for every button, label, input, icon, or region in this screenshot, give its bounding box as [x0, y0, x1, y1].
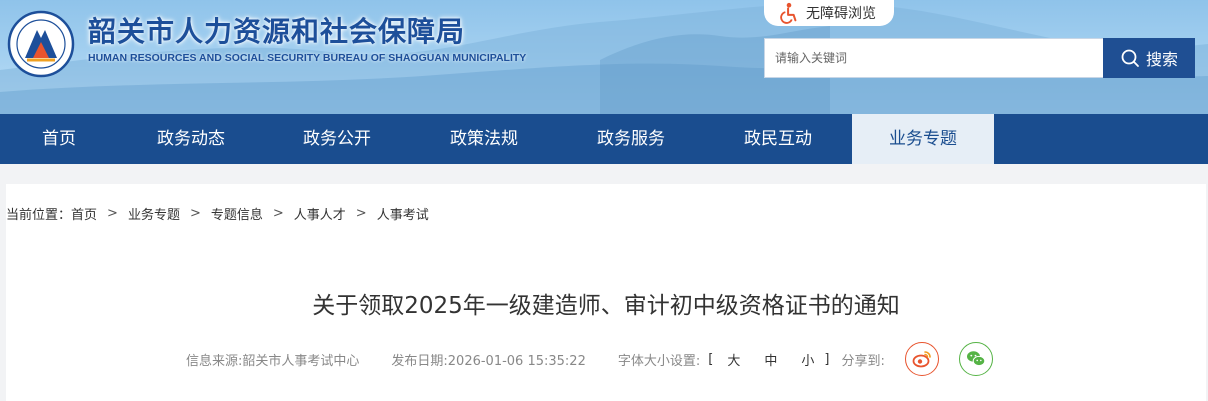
search-button-label: 搜索	[1145, 50, 1178, 69]
article-publish-date: 发布日期:2026-01-06 15:35:22	[391, 353, 586, 369]
breadcrumb-separator: >	[355, 206, 367, 221]
breadcrumb-separator: >	[272, 206, 284, 221]
share-label: 分享到:	[841, 353, 885, 369]
weibo-share-button[interactable]	[904, 342, 939, 376]
article-panel: 当前位置： 首页 > 业务专题 > 专题信息 > 人事人才 > 人事考试 关于领…	[6, 184, 1206, 401]
site-title: 韶关市人力资源和社会保障局	[88, 15, 466, 48]
nav-item-special-topics[interactable]: 业务专题	[852, 114, 994, 164]
font-size-large-button[interactable]: 大	[727, 350, 740, 369]
accessibility-button[interactable]: 无障碍浏览	[764, 0, 894, 26]
breadcrumb-separator: >	[107, 206, 118, 221]
breadcrumb-separator: >	[189, 206, 201, 221]
nav-item-disclosure[interactable]: 政务公开	[264, 114, 410, 164]
font-size-small-button[interactable]: 小	[801, 350, 814, 369]
breadcrumb-item-personnel[interactable]: 人事人才	[294, 204, 346, 223]
search-box	[764, 38, 1104, 78]
wechat-share-button[interactable]	[958, 342, 993, 376]
nav-item-home[interactable]: 首页	[0, 114, 118, 164]
site-header: 韶关市人力资源和社会保障局 HUMAN RESOURCES AND SOCIAL…	[0, 0, 1208, 114]
breadcrumb-prefix: 当前位置：	[6, 208, 72, 223]
article-title: 关于领取2025年一级建造师、审计初中级资格证书的通知	[312, 293, 900, 319]
nav-item-policy[interactable]: 政策法规	[410, 114, 558, 164]
font-size-label: 字体大小设置:	[617, 353, 701, 369]
font-size-bracket-open: [	[708, 351, 714, 367]
breadcrumb-item-topic-info[interactable]: 专题信息	[211, 204, 263, 223]
wheelchair-icon	[780, 2, 797, 24]
site-subtitle: HUMAN RESOURCES AND SOCIAL SECURITY BURE…	[88, 52, 527, 64]
wechat-icon	[966, 351, 986, 367]
font-size-medium-button[interactable]: 中	[764, 350, 777, 369]
article-meta: 信息来源:韶关市人事考试中心 发布日期:2026-01-06 15:35:22 …	[186, 342, 993, 376]
breadcrumb-item-home[interactable]: 首页	[71, 204, 97, 223]
nav-item-interaction[interactable]: 政民互动	[704, 114, 852, 164]
search-input[interactable]	[765, 39, 1104, 77]
weibo-icon	[912, 351, 931, 368]
font-size-bracket-close: ]	[824, 351, 830, 367]
search-button[interactable]: 搜索	[1103, 38, 1195, 78]
breadcrumb-item-exams[interactable]: 人事考试	[377, 204, 429, 223]
nav-item-services[interactable]: 政务服务	[558, 114, 704, 164]
nav-item-news[interactable]: 政务动态	[118, 114, 264, 164]
bureau-emblem-icon	[7, 10, 75, 78]
article-source: 信息来源:韶关市人事考试中心	[186, 353, 360, 369]
search-icon	[1121, 49, 1139, 67]
main-nav: 首页 政务动态 政务公开 政策法规 政务服务 政民互动 业务专题	[0, 114, 1208, 164]
accessibility-label: 无障碍浏览	[806, 6, 876, 22]
breadcrumb: 当前位置： 首页 > 业务专题 > 专题信息 > 人事人才 > 人事考试	[6, 204, 429, 223]
breadcrumb-item-special-topics[interactable]: 业务专题	[128, 204, 180, 223]
